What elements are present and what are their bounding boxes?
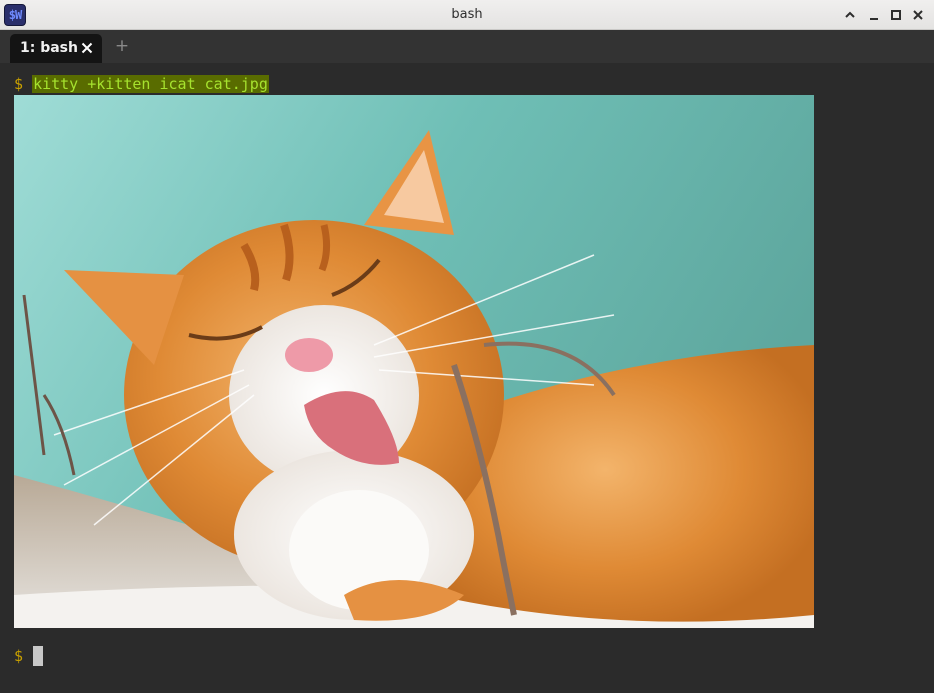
tab-bar: 1: bash + — [0, 30, 934, 63]
prompt: $ — [14, 647, 24, 665]
new-tab-button[interactable]: + — [113, 37, 131, 55]
window-title: bash — [451, 7, 483, 22]
command-text: kitty +kitten icat cat.jpg — [32, 75, 269, 93]
terminal-area[interactable]: $ kitty +kitten icat cat.jpg $ — [0, 63, 934, 693]
minimize-icon[interactable] — [864, 5, 884, 25]
tab-close-icon[interactable] — [80, 41, 94, 55]
chevron-up-icon[interactable] — [840, 5, 860, 25]
maximize-icon[interactable] — [886, 5, 906, 25]
command-line: $ kitty +kitten icat cat.jpg — [14, 74, 269, 94]
tab-bash[interactable]: 1: bash — [10, 34, 102, 63]
prompt-line: $ — [14, 646, 44, 666]
tab-label: 1: bash — [20, 40, 78, 56]
title-bar[interactable]: $W bash — [0, 0, 934, 30]
close-icon[interactable] — [908, 5, 928, 25]
prompt: $ — [14, 75, 24, 93]
cat-image — [14, 95, 814, 628]
text-cursor — [33, 646, 44, 666]
